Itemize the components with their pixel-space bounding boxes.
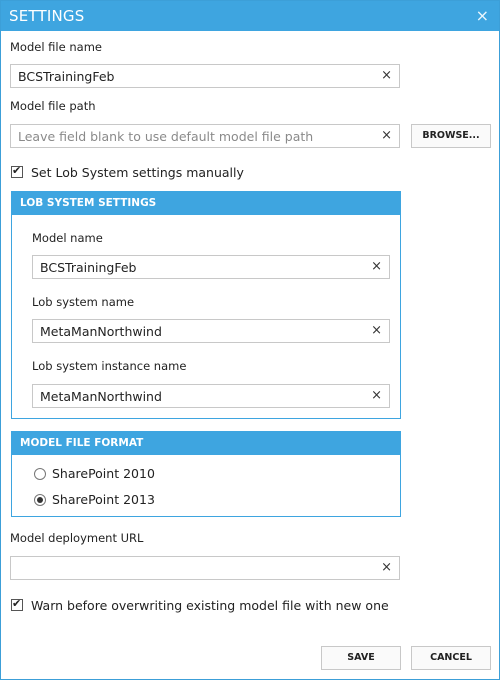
clear-icon[interactable]: ×	[371, 323, 382, 338]
clear-icon[interactable]: ×	[381, 560, 392, 575]
lob-instance-name-field: ×	[32, 384, 390, 408]
deployment-url-label: Model deployment URL	[10, 531, 144, 545]
lob-system-settings-header: LOB SYSTEM SETTINGS	[11, 191, 401, 215]
lob-system-name-input[interactable]	[33, 320, 389, 342]
model-file-name-field: ×	[10, 64, 400, 88]
model-name-label: Model name	[32, 231, 103, 245]
lob-instance-name-input[interactable]	[33, 385, 389, 407]
radio-sharepoint-2010-label: SharePoint 2010	[52, 466, 155, 481]
model-file-format-header: MODEL FILE FORMAT	[11, 431, 401, 455]
clear-icon[interactable]: ×	[371, 259, 382, 274]
model-file-path-label: Model file path	[10, 99, 96, 113]
model-name-field: ×	[32, 255, 390, 279]
title-bar: SETTINGS ×	[1, 1, 499, 31]
model-file-path-input[interactable]	[11, 125, 399, 147]
set-lob-manually-checkbox[interactable]: ✔	[11, 164, 23, 178]
model-file-name-label: Model file name	[10, 40, 102, 54]
clear-icon[interactable]: ×	[371, 388, 382, 403]
dialog-title: SETTINGS	[9, 7, 85, 25]
save-button[interactable]: SAVE	[321, 646, 401, 670]
set-lob-manually-label: Set Lob System settings manually	[31, 165, 244, 180]
model-file-path-field: ×	[10, 124, 400, 148]
lob-instance-name-label: Lob system instance name	[32, 359, 187, 373]
lob-system-name-field: ×	[32, 319, 390, 343]
clear-icon[interactable]: ×	[381, 68, 392, 83]
deployment-url-field: ×	[10, 556, 400, 580]
deployment-url-input[interactable]	[11, 557, 399, 579]
radio-sharepoint-2010[interactable]	[34, 468, 46, 480]
radio-selected-dot	[37, 497, 43, 503]
settings-dialog: SETTINGS × Model file name × Model file …	[0, 0, 500, 680]
checkmark-icon: ✔	[12, 164, 22, 177]
browse-button[interactable]: BROWSE...	[411, 124, 491, 148]
model-name-input[interactable]	[33, 256, 389, 278]
close-icon[interactable]: ×	[476, 6, 489, 25]
cancel-button[interactable]: CANCEL	[411, 646, 491, 670]
lob-system-name-label: Lob system name	[32, 295, 135, 309]
lob-system-settings-group: LOB SYSTEM SETTINGS Model name × Lob sys…	[11, 191, 401, 419]
checkmark-icon: ✔	[12, 597, 22, 610]
radio-sharepoint-2013-label: SharePoint 2013	[52, 492, 155, 507]
model-file-name-input[interactable]	[11, 65, 399, 87]
warn-overwrite-checkbox[interactable]: ✔	[11, 597, 23, 611]
clear-icon[interactable]: ×	[381, 128, 392, 143]
warn-overwrite-label: Warn before overwriting existing model f…	[31, 598, 389, 613]
radio-sharepoint-2013[interactable]	[34, 494, 46, 506]
model-file-format-group: MODEL FILE FORMAT SharePoint 2010 ShareP…	[11, 431, 401, 517]
